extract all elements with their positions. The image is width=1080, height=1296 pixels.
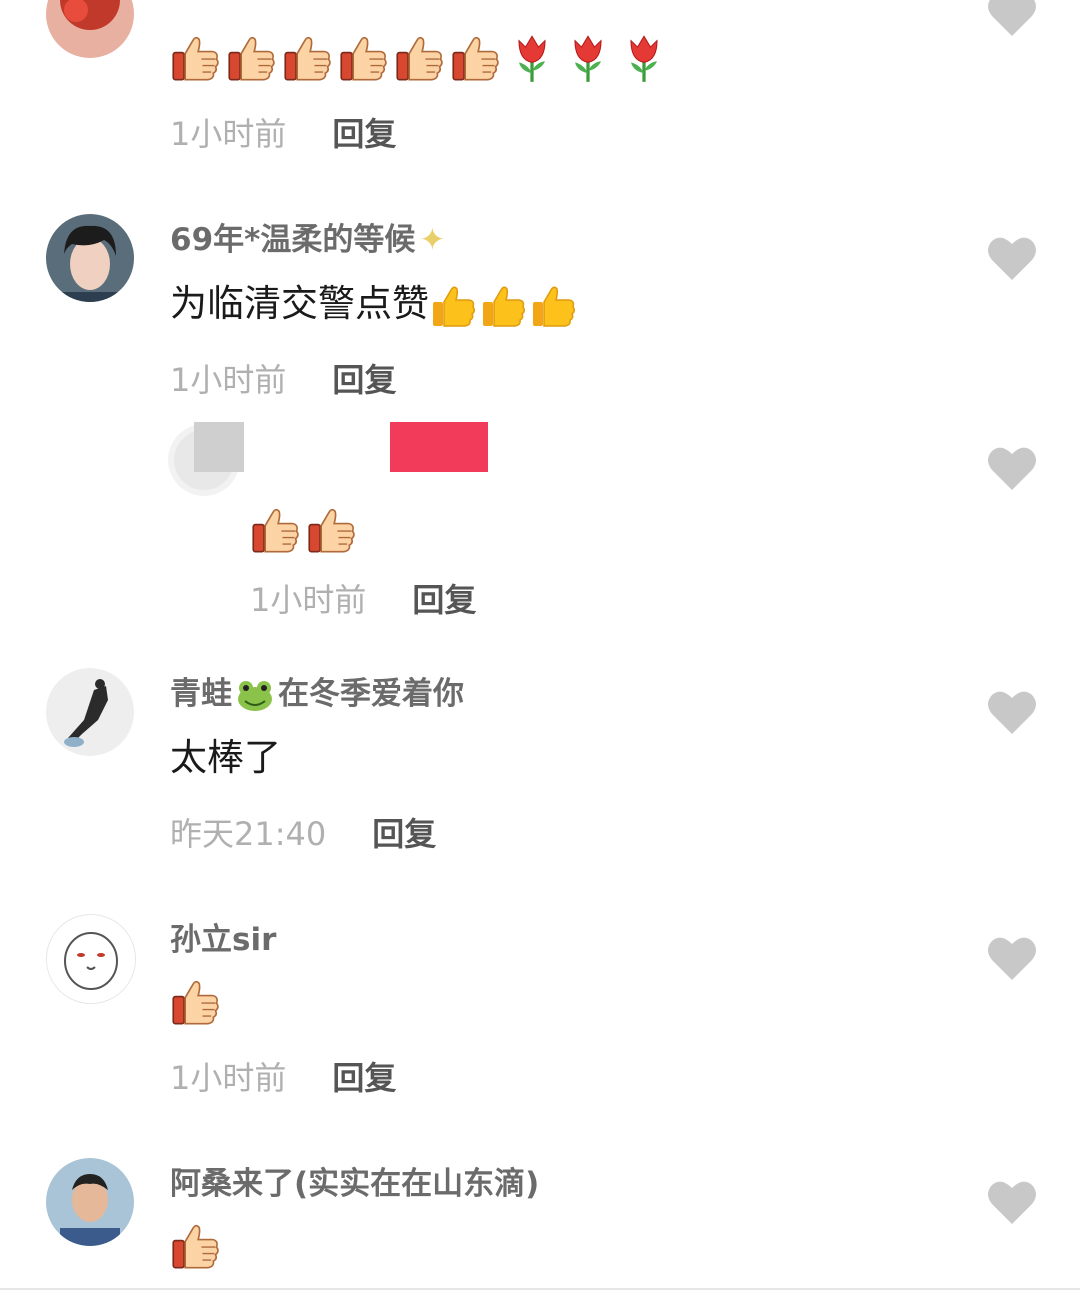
reply-button[interactable]: 回复 bbox=[412, 581, 476, 619]
redacted-avatar-overlay bbox=[194, 422, 244, 472]
comment-meta: 1小时前 回复 bbox=[170, 114, 396, 154]
comment-time: 1小时前 bbox=[170, 1059, 287, 1097]
yellow-thumbs-up-icon bbox=[529, 282, 579, 330]
comment-username[interactable]: 青蛙 在冬季爱着你 bbox=[170, 674, 464, 714]
thumbs-up-icon bbox=[170, 976, 222, 1028]
reply-button[interactable]: 回复 bbox=[372, 815, 436, 853]
comment-meta: 昨天21:40 回复 bbox=[170, 814, 436, 854]
bottom-divider bbox=[0, 1288, 1080, 1290]
comment-meta: 1小时前 回复 bbox=[250, 580, 476, 620]
comment-time: 1小时前 bbox=[170, 115, 287, 153]
comment-time: 1小时前 bbox=[250, 581, 367, 619]
like-button[interactable] bbox=[986, 1178, 1038, 1226]
like-button[interactable] bbox=[986, 688, 1038, 736]
like-button[interactable] bbox=[986, 0, 1038, 38]
like-button[interactable] bbox=[986, 444, 1038, 492]
thumbs-up-icon bbox=[394, 32, 446, 84]
yellow-thumbs-up-icon bbox=[479, 282, 529, 330]
comment-emoji-row bbox=[170, 1220, 226, 1272]
avatar[interactable] bbox=[46, 1158, 134, 1246]
thumbs-up-icon bbox=[282, 32, 334, 84]
redacted-username bbox=[390, 422, 488, 472]
thumbs-up-icon bbox=[170, 32, 222, 84]
reply-button[interactable]: 回复 bbox=[332, 361, 396, 399]
comment-username[interactable]: 孙立sir bbox=[170, 920, 276, 960]
comment-username[interactable]: 阿桑来了(实实在在山东滴) bbox=[170, 1164, 539, 1204]
comment-emoji-row bbox=[250, 504, 362, 556]
avatar[interactable] bbox=[46, 214, 134, 302]
avatar[interactable] bbox=[46, 914, 136, 1004]
yellow-thumbs-up-icon bbox=[429, 282, 479, 330]
comment-text: 为临清交警点赞 bbox=[170, 280, 579, 330]
avatar[interactable] bbox=[46, 0, 134, 58]
tulip-icon bbox=[618, 32, 670, 84]
comment-emoji-row bbox=[170, 32, 674, 84]
thumbs-up-icon bbox=[450, 32, 502, 84]
comment-time: 昨天21:40 bbox=[170, 815, 327, 853]
thumbs-up-icon bbox=[170, 1220, 222, 1272]
comment-text: 太棒了 bbox=[170, 736, 281, 779]
comment-time: 1小时前 bbox=[170, 361, 287, 399]
thumbs-up-icon bbox=[306, 504, 358, 556]
reply-button[interactable]: 回复 bbox=[332, 115, 396, 153]
tulip-icon bbox=[562, 32, 614, 84]
frog-face-icon bbox=[238, 680, 272, 711]
thumbs-up-icon bbox=[338, 32, 390, 84]
like-button[interactable] bbox=[986, 934, 1038, 982]
sparkles-icon: ✦ bbox=[419, 222, 446, 258]
avatar[interactable] bbox=[46, 668, 134, 756]
like-button[interactable] bbox=[986, 234, 1038, 282]
thumbs-up-icon bbox=[250, 504, 302, 556]
comment-meta: 1小时前 回复 bbox=[170, 360, 396, 400]
tulip-icon bbox=[506, 32, 558, 84]
comment-username[interactable]: 69年*温柔的等候 ✦ bbox=[170, 220, 445, 260]
comment-meta: 1小时前 回复 bbox=[170, 1058, 396, 1098]
comment-list: 1小时前 回复 69年*温柔的等候 ✦ 为临清交警点赞 1小时前 回复 1小时前 回复 … bbox=[0, 0, 1080, 1296]
comment-emoji-row bbox=[170, 976, 226, 1028]
thumbs-up-icon bbox=[226, 32, 278, 84]
reply-button[interactable]: 回复 bbox=[332, 1059, 396, 1097]
